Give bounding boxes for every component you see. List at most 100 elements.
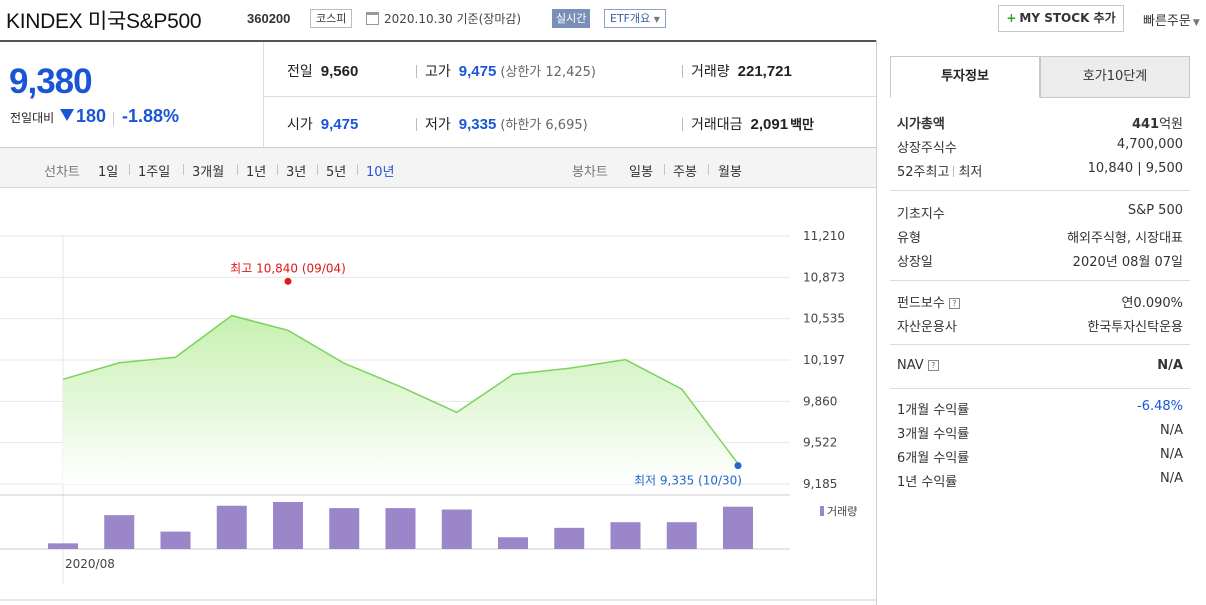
amount-label: 거래대금 — [691, 117, 743, 133]
week52-row: 52주최고 최저 10,840 | 9,500 — [897, 161, 1183, 181]
y-tick-label: 10,873 — [803, 270, 845, 284]
volume-bar — [666, 522, 697, 549]
y-tick-label: 9,860 — [803, 394, 837, 408]
period-1w[interactable]: 1주일 — [138, 161, 170, 180]
return-row-6m: 6개월 수익률 N/A — [897, 447, 1183, 467]
volume-bar — [329, 508, 360, 549]
market-badge: 코스피 — [310, 9, 353, 28]
amount-value: 2,091 — [750, 116, 789, 133]
shares-value: 4,700,000 — [1116, 137, 1183, 152]
price-summary: 9,380 전일대비 180 -1.88% 전일 9,560 시가 9,475 고가… — [0, 40, 876, 148]
divider — [263, 42, 264, 148]
down-triangle-icon — [60, 109, 74, 121]
period-5y[interactable]: 5년 — [326, 161, 346, 180]
type-row: 유형 해외주식형, 시장대표 — [897, 227, 1183, 247]
add-mystock-button[interactable]: + MY STOCK 추가 — [998, 5, 1124, 32]
price-change-pct: -1.88% — [122, 106, 180, 126]
y-tick-label: 9,185 — [803, 477, 837, 491]
listing-value: 2020년 08월 07일 — [1072, 255, 1183, 270]
amount-unit: 백만 — [790, 118, 814, 133]
high-label: 고가 — [425, 64, 451, 80]
manager-label: 자산운용사 — [897, 320, 957, 335]
y-tick-label: 11,210 — [803, 229, 845, 243]
period-1d[interactable]: 1일 — [98, 161, 118, 180]
y-tick-label: 10,535 — [803, 312, 845, 326]
candle-weekly[interactable]: 주봉 — [673, 161, 697, 180]
nav-label: NAV? — [897, 358, 939, 373]
market-cap-label: 시가총액 — [897, 117, 945, 132]
return-label: 3개월 수익률 — [897, 427, 970, 442]
return-value: -6.48% — [1137, 399, 1183, 414]
help-icon[interactable]: ? — [948, 298, 960, 309]
volume-bar — [554, 527, 585, 549]
info-tabs: 투자정보 호가10단계 — [890, 56, 1190, 98]
realtime-button[interactable]: 실시간 — [552, 9, 591, 28]
market-cap-number: 441 — [1131, 117, 1160, 132]
index-value: S&P 500 — [1127, 203, 1183, 218]
tab-investment-info[interactable]: 투자정보 — [890, 56, 1040, 98]
stock-header: KINDEX 미국S&P500 360200 코스피 2020.10.30 기준… — [0, 0, 1206, 40]
volume-bar — [498, 537, 528, 549]
listing-row: 상장일 2020년 08월 07일 — [897, 251, 1183, 271]
volume-bar — [610, 522, 641, 549]
help-icon[interactable]: ? — [927, 360, 939, 371]
low-marker — [734, 462, 742, 470]
quick-order-dropdown[interactable]: 빠른주문 ▼ — [1143, 10, 1200, 29]
fee-value: 연0.090% — [1121, 296, 1183, 311]
high-annotation: 최고 10,840 (09/04) — [230, 261, 346, 275]
volume: 거래량 221,721 — [691, 61, 792, 81]
period-1y[interactable]: 1년 — [246, 161, 266, 180]
divider — [416, 65, 417, 78]
divider — [708, 164, 709, 175]
open-label: 시가 — [287, 117, 313, 133]
week52-low-label: 최저 — [958, 165, 983, 180]
quick-order-label: 빠른주문 — [1143, 14, 1191, 29]
price-change: 180 — [60, 106, 106, 127]
prev-close-label: 전일 — [287, 64, 313, 80]
volume-bar — [385, 508, 416, 549]
tab-order-book[interactable]: 호가10단계 — [1040, 56, 1190, 98]
candle-daily[interactable]: 일봉 — [629, 161, 653, 180]
compare-label: 전일대비 — [10, 111, 55, 125]
shares-row: 상장주식수 4,700,000 — [897, 137, 1183, 157]
chevron-down-icon: ▼ — [653, 15, 660, 24]
fee-label: 펀드보수? — [897, 292, 960, 311]
high-price: 고가 9,475 (상한가 12,425) — [425, 61, 596, 81]
divider — [129, 164, 130, 175]
week52-label: 52주최고 최저 — [897, 161, 982, 180]
period-3m[interactable]: 3개월 — [192, 161, 224, 180]
price-change-value: 180 — [76, 106, 107, 126]
nav-row: NAV? N/A — [897, 358, 1183, 378]
divider — [664, 164, 665, 175]
candle-chart-label: 봉차트 — [572, 165, 608, 180]
volume-bar — [723, 506, 753, 549]
period-3y[interactable]: 3년 — [286, 161, 306, 180]
low-price: 저가 9,335 (하한가 6,695) — [425, 114, 588, 134]
chevron-down-icon: ▼ — [1192, 18, 1200, 28]
candle-monthly[interactable]: 월봉 — [718, 161, 742, 180]
return-value: N/A — [1160, 447, 1183, 462]
volume-legend: 거래량 — [827, 505, 857, 518]
etf-overview-dropdown[interactable]: ETF개요 ▼ — [604, 9, 666, 28]
divider — [682, 118, 683, 131]
fee-label-text: 펀드보수 — [897, 296, 945, 311]
divider — [183, 164, 184, 175]
return-label: 1개월 수익률 — [897, 403, 970, 418]
return-value: N/A — [1160, 471, 1183, 486]
nav-label-text: NAV — [897, 358, 924, 373]
add-mystock-label: MY STOCK 추가 — [1019, 11, 1116, 25]
divider — [890, 388, 1190, 389]
y-tick-label: 10,197 — [803, 353, 845, 367]
market-cap-unit: 억원 — [1159, 117, 1183, 132]
return-label: 6개월 수익률 — [897, 451, 970, 466]
divider — [277, 164, 278, 175]
period-10y[interactable]: 10년 — [366, 161, 395, 180]
market-cap-row: 시가총액 441억원 — [897, 113, 1183, 133]
stock-title: KINDEX 미국S&P500 — [6, 10, 202, 33]
volume-bar — [104, 515, 135, 549]
low-annotation: 최저 9,335 (10/30) — [634, 474, 742, 488]
return-row-1y: 1년 수익률 N/A — [897, 471, 1183, 491]
manager-value: 한국투자신탁운용 — [1087, 320, 1183, 335]
line-chart-label: 선차트 — [44, 165, 80, 180]
current-price: 9,380 — [9, 62, 93, 101]
